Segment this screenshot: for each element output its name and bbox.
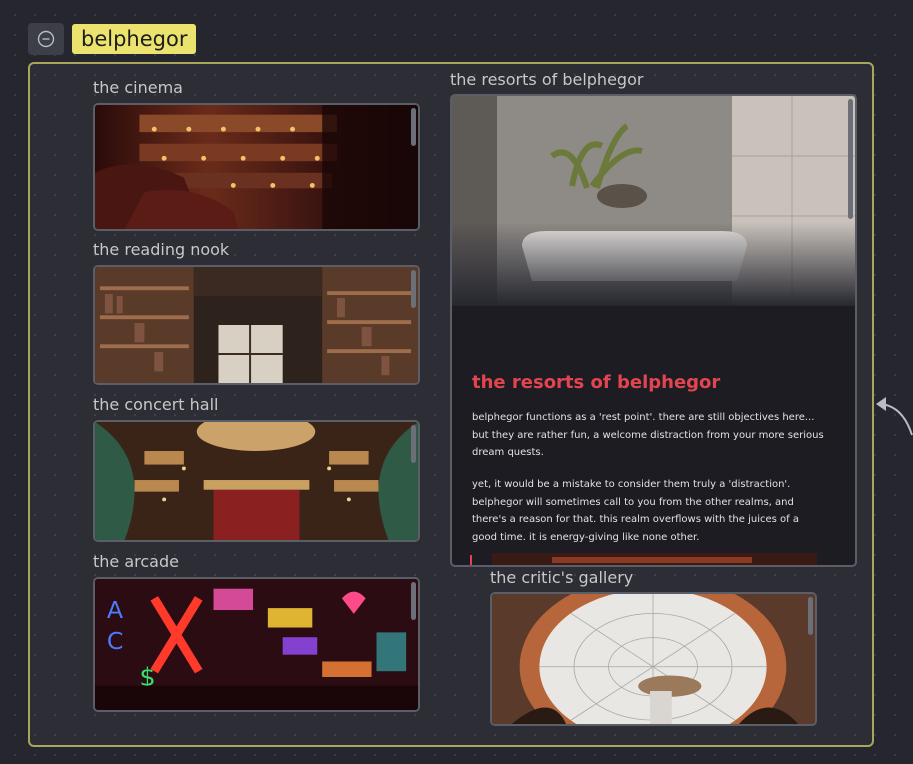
node-cinema[interactable] [93, 103, 420, 231]
collapse-group-button[interactable] [28, 23, 64, 55]
node-label-arcade: the arcade [93, 552, 179, 571]
group-title[interactable]: belphegor [72, 24, 197, 54]
library-bookshelves-image [95, 267, 418, 383]
scrollbar[interactable] [411, 108, 416, 146]
node-label-cinema: the cinema [93, 78, 183, 97]
node-label-critics-gallery: the critic's gallery [490, 568, 634, 587]
node-arcade[interactable]: A C $ [93, 577, 420, 712]
bathtub-plant-image [452, 96, 855, 306]
node-label-reading-nook: the reading nook [93, 240, 230, 259]
svg-text:C: C [107, 627, 124, 655]
resorts-paragraph-1: belphegor functions as a 'rest point'. t… [472, 412, 824, 458]
neon-signs-arcade-image: A C $ [95, 579, 418, 710]
node-critics-gallery[interactable] [490, 592, 817, 726]
node-concert-hall[interactable] [93, 420, 420, 542]
ornate-concert-hall-image [95, 422, 418, 540]
blockquote-marker [470, 555, 472, 565]
resort-thumbnail-image [492, 553, 817, 565]
theater-balcony-image [95, 105, 418, 229]
minus-circle-icon [37, 30, 55, 48]
group-header: belphegor [28, 23, 197, 55]
node-reading-nook[interactable] [93, 265, 420, 385]
node-resorts[interactable]: the resorts of belphegor belphegor funct… [450, 94, 857, 567]
scrollbar[interactable] [411, 270, 416, 308]
resorts-heading: the resorts of belphegor [472, 372, 721, 393]
resorts-paragraph-2: yet, it would be a mistake to consider t… [472, 479, 799, 543]
scrollbar[interactable] [411, 425, 416, 463]
svg-text:A: A [107, 596, 123, 624]
scrollbar[interactable] [411, 582, 416, 620]
arrow-left-icon[interactable] [870, 390, 913, 450]
glass-dome-image [492, 594, 815, 724]
scrollbar[interactable] [848, 99, 853, 219]
node-label-resorts: the resorts of belphegor [450, 70, 644, 89]
node-label-concert-hall: the concert hall [93, 395, 219, 414]
scrollbar[interactable] [808, 597, 813, 635]
